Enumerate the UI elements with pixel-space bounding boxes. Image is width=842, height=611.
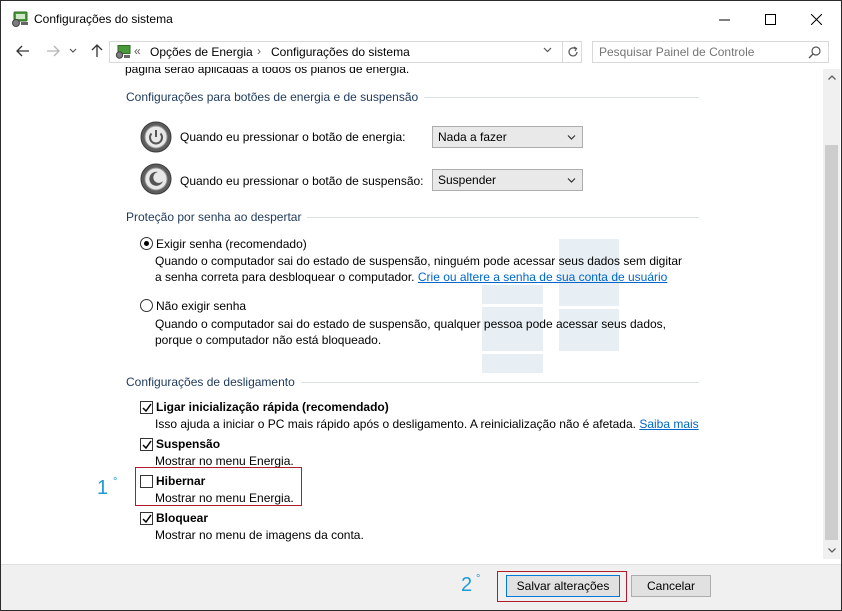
- settings-content: página serão aplicadas a todos os planos…: [1, 67, 823, 564]
- no-password-desc-line2: porque o computador não está bloqueado.: [155, 333, 382, 347]
- arrow-up-icon: [91, 44, 103, 57]
- close-icon: [810, 13, 822, 25]
- search-box[interactable]: [592, 41, 829, 63]
- breadcrumb-item-power-options[interactable]: Opções de Energia: [150, 45, 253, 59]
- watermark-tile: [482, 285, 543, 304]
- address-dropdown[interactable]: [543, 45, 552, 56]
- require-password-desc-line2-wrap: a senha correta para desbloquear o compu…: [155, 269, 667, 285]
- require-password-radio[interactable]: [140, 237, 153, 250]
- maximize-icon: [764, 13, 776, 25]
- search-input[interactable]: [599, 45, 799, 59]
- no-password-desc-line1: Quando o computador sai do estado de sus…: [155, 317, 667, 331]
- sleep-button-icon: [140, 163, 172, 195]
- checkmark-icon: [142, 403, 152, 413]
- power-button-action-value: Nada a fazer: [438, 130, 507, 144]
- control-panel-icon: [115, 45, 131, 59]
- arrow-left-icon: [16, 45, 29, 57]
- up-button[interactable]: [87, 41, 107, 61]
- create-password-link[interactable]: Crie ou altere a senha de sua conta de u…: [418, 270, 668, 284]
- forward-button[interactable]: [43, 41, 63, 61]
- checkmark-icon: [142, 514, 152, 524]
- watermark-tile: [559, 287, 619, 306]
- save-button[interactable]: Salvar alterações: [506, 575, 620, 597]
- chevron-down-icon: [543, 47, 552, 53]
- sleep-button-action-value: Suspender: [438, 173, 497, 187]
- navigation-bar: « Opções de Energia › Configurações do s…: [1, 37, 841, 67]
- sleep-checkbox[interactable]: [140, 438, 153, 451]
- hibernate-highlight-box: [135, 467, 302, 506]
- chevron-down-icon: [567, 135, 576, 140]
- intro-text: página serão aplicadas a todos os planos…: [125, 67, 410, 76]
- minimize-button[interactable]: [701, 1, 747, 37]
- scroll-down-button[interactable]: [823, 542, 840, 559]
- power-button-action-select[interactable]: Nada a fazer: [432, 126, 583, 148]
- search-icon: [808, 46, 821, 59]
- watermark-tile: [482, 354, 543, 373]
- step-2-number: 2: [461, 574, 473, 596]
- recent-locations-button[interactable]: [66, 41, 80, 61]
- maximize-button[interactable]: [747, 1, 793, 37]
- cancel-button[interactable]: Cancelar: [631, 575, 711, 597]
- section-heading-shutdown: Configurações de desligamento: [126, 375, 301, 389]
- refresh-button[interactable]: [562, 42, 582, 62]
- fast-startup-desc-wrap: Isso ajuda a iniciar o PC mais rápido ap…: [155, 416, 699, 432]
- step-1-number: 1: [97, 477, 109, 499]
- sleep-button-action-select[interactable]: Suspender: [432, 169, 583, 191]
- vertical-scrollbar[interactable]: [823, 69, 840, 559]
- system-settings-window: Configurações do sistema « Opções de Ene…: [0, 0, 842, 611]
- lock-checkbox[interactable]: [140, 512, 153, 525]
- scroll-up-button[interactable]: [823, 69, 840, 86]
- section-heading-password: Proteção por senha ao despertar: [126, 210, 308, 224]
- power-button-label: Quando eu pressionar o botão de energia:: [180, 130, 406, 144]
- chevron-down-icon: [827, 548, 836, 553]
- sleep-label[interactable]: Suspensão: [156, 437, 220, 451]
- close-button[interactable]: [793, 1, 839, 37]
- back-button[interactable]: [13, 41, 33, 61]
- address-bar[interactable]: « Opções de Energia › Configurações do s…: [109, 41, 582, 63]
- footer-bar: 2 ° Salvar alterações Cancelar: [1, 564, 841, 610]
- breadcrumb-item-system-settings[interactable]: Configurações do sistema: [271, 45, 410, 59]
- chevron-down-icon: [69, 48, 77, 53]
- no-password-label[interactable]: Não exigir senha: [156, 299, 246, 313]
- breadcrumb-separator[interactable]: ›: [257, 44, 261, 58]
- power-button-icon: [140, 121, 172, 153]
- step-2-degree: °: [476, 573, 481, 585]
- chevron-up-icon: [827, 75, 836, 80]
- lock-desc: Mostrar no menu de imagens da conta.: [155, 528, 364, 542]
- title-bar: Configurações do sistema: [1, 1, 841, 37]
- fast-startup-desc: Isso ajuda a iniciar o PC mais rápido ap…: [155, 417, 636, 431]
- breadcrumb-overflow[interactable]: «: [134, 44, 141, 58]
- sleep-button-label: Quando eu pressionar o botão de suspensã…: [180, 174, 424, 188]
- learn-more-link[interactable]: Saiba mais: [639, 417, 698, 431]
- window-title: Configurações do sistema: [34, 12, 173, 26]
- control-panel-icon: [12, 11, 28, 27]
- fast-startup-checkbox[interactable]: [140, 401, 153, 414]
- fast-startup-label[interactable]: Ligar inicialização rápida (recomendado): [156, 400, 389, 414]
- chevron-down-icon: [567, 178, 576, 183]
- no-password-radio[interactable]: [140, 299, 153, 312]
- require-password-desc-line2: a senha correta para desbloquear o compu…: [155, 270, 415, 284]
- require-password-desc-line1: Quando o computador sai do estado de sus…: [155, 254, 683, 268]
- step-1-degree: °: [113, 476, 118, 488]
- arrow-right-icon: [47, 45, 60, 57]
- require-password-label[interactable]: Exigir senha (recomendado): [156, 237, 307, 251]
- scroll-thumb[interactable]: [825, 145, 838, 540]
- checkmark-icon: [142, 440, 152, 450]
- lock-label[interactable]: Bloquear: [156, 511, 208, 525]
- minimize-icon: [718, 19, 730, 20]
- section-heading-buttons: Configurações para botões de energia e d…: [126, 90, 425, 104]
- refresh-icon: [567, 46, 578, 57]
